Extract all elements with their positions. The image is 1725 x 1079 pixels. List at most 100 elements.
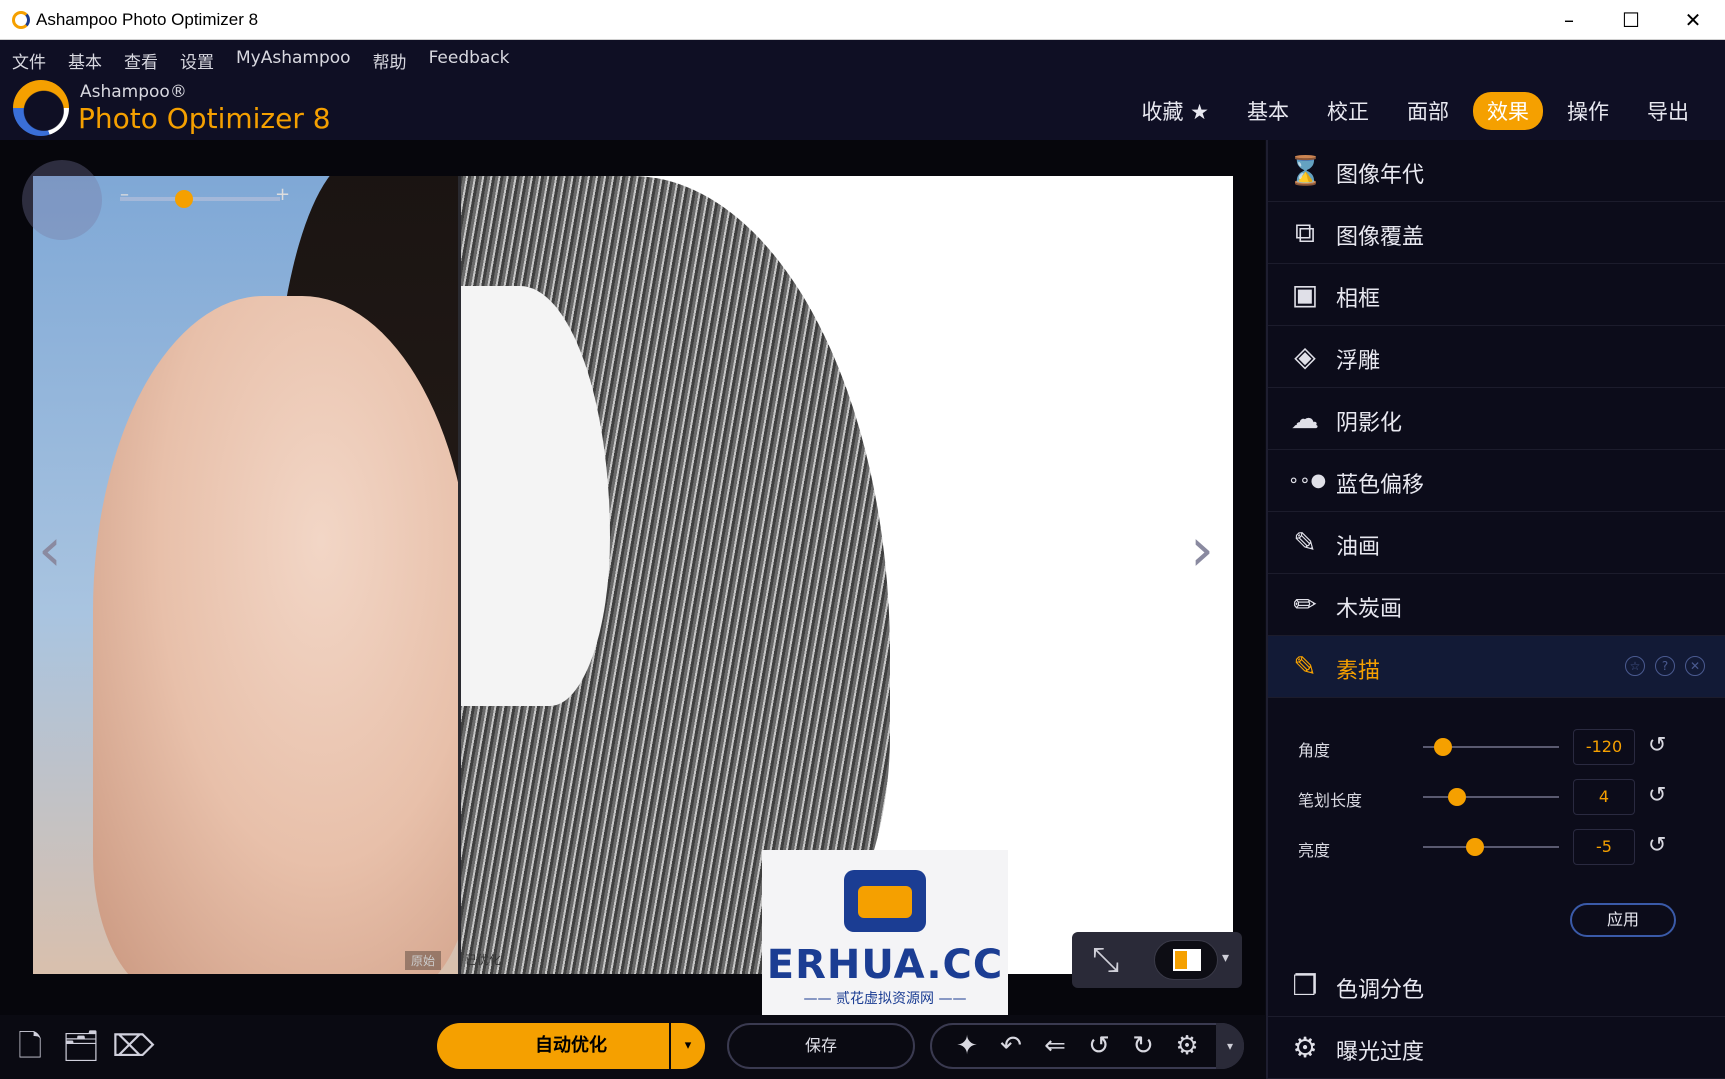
effect-item-posterize[interactable]: ❐ 色调分色: [1268, 955, 1725, 1017]
slider-label: 角度: [1298, 741, 1331, 760]
zoom-out-button[interactable]: –: [120, 184, 129, 205]
slider-knob[interactable]: [1448, 788, 1466, 806]
pencil-icon: ✎: [1293, 650, 1317, 683]
title-bar: Ashampoo Photo Optimizer 8 – ☐ ✕: [0, 0, 1725, 40]
effect-label: 图像覆盖: [1336, 225, 1425, 250]
slider-track[interactable]: [1423, 796, 1559, 798]
tab-basic[interactable]: 基本: [1233, 92, 1303, 130]
tools-dropdown-icon[interactable]: ▾: [1216, 1023, 1244, 1069]
tab-favorites[interactable]: 收藏 ★: [1127, 92, 1223, 130]
effect-item-overexposure[interactable]: ⚙ 曝光过度: [1268, 1017, 1725, 1079]
zoom-in-button[interactable]: +: [275, 184, 290, 205]
next-image-arrow[interactable]: ›: [1190, 515, 1214, 585]
window-title: Ashampoo Photo Optimizer 8: [36, 10, 259, 29]
menu-file[interactable]: 文件: [12, 48, 46, 73]
auto-optimize-label: 自动优化: [535, 1035, 607, 1056]
tab-face[interactable]: 面部: [1393, 92, 1463, 130]
brand-company: Ashampoo®: [80, 82, 187, 102]
slider-value-field[interactable]: -5: [1573, 829, 1635, 865]
view-mode-dropdown-icon[interactable]: ▾: [1222, 950, 1229, 966]
tab-effects[interactable]: 效果: [1473, 92, 1543, 130]
minimize-button[interactable]: –: [1538, 0, 1600, 40]
effect-label: 蓝色偏移: [1336, 473, 1425, 498]
charcoal-icon: ✏: [1293, 588, 1317, 621]
effect-label: 浮雕: [1336, 349, 1381, 374]
category-tabs: 收藏 ★ 基本 校正 面部 效果 操作 导出: [1127, 92, 1703, 130]
view-mode-control: ⤡ ▾: [1072, 932, 1242, 988]
help-icon[interactable]: ?: [1655, 656, 1675, 676]
original-label: 原始: [405, 951, 442, 970]
effect-item-image-age[interactable]: ⌛ 图像年代: [1268, 140, 1725, 202]
menu-myashampoo[interactable]: MyAshampoo: [236, 48, 351, 73]
reset-icon[interactable]: ↺: [1648, 833, 1666, 858]
optimized-label: 已优化: [465, 953, 502, 967]
zoom-slider[interactable]: [120, 197, 280, 201]
auto-optimize-dropdown-icon[interactable]: ▾: [669, 1023, 705, 1069]
add-file-icon[interactable]: 🗋: [12, 1027, 48, 1067]
effect-item-emboss[interactable]: ◈ 浮雕: [1268, 326, 1725, 388]
slider-knob[interactable]: [1465, 838, 1484, 856]
effect-item-shadow[interactable]: ☁ 阴影化: [1268, 388, 1725, 450]
blue-shift-icon: ∘∘●: [1288, 470, 1327, 491]
photo-comparison[interactable]: 原始 已优化: [33, 176, 1233, 974]
file-actions: 🗋 🗂 ⌦: [12, 1027, 154, 1067]
emboss-icon: ◈: [1294, 340, 1316, 373]
previous-image-arrow[interactable]: ‹: [38, 515, 62, 585]
image-canvas[interactable]: 原始 已优化 – + ‹ › ⤡ ▾: [0, 140, 1265, 1015]
zoom-slider-knob[interactable]: [175, 190, 193, 208]
compare-divider-handle[interactable]: [458, 176, 461, 974]
navigation-circle[interactable]: [22, 160, 102, 240]
reset-icon[interactable]: ↺: [1648, 783, 1666, 808]
maximize-button[interactable]: ☐: [1600, 0, 1662, 40]
rotate-right-icon[interactable]: ↻: [1124, 1031, 1162, 1061]
apply-button[interactable]: 应用: [1570, 903, 1676, 937]
favorite-star-icon[interactable]: ☆: [1625, 656, 1645, 676]
auto-optimize-button[interactable]: 自动优化 ▾: [437, 1023, 705, 1069]
original-image: [33, 176, 493, 974]
tab-operations[interactable]: 操作: [1553, 92, 1623, 130]
slider-label: 笔划长度: [1298, 791, 1363, 810]
slider-value-field[interactable]: 4: [1573, 779, 1635, 815]
effects-panel: ⌛ 图像年代 ⧉ 图像覆盖 ▣ 相框 ◈ 浮雕 ☁ 阴影化 ∘∘● 蓝色偏移 ✎…: [1266, 140, 1725, 1079]
reset-icon[interactable]: ↺: [1648, 733, 1666, 758]
hourglass-icon: ⌛: [1288, 154, 1323, 187]
tab-export[interactable]: 导出: [1633, 92, 1703, 130]
original-face: [93, 296, 473, 974]
slider-knob[interactable]: [1434, 738, 1453, 756]
effect-label: 素描: [1336, 659, 1381, 684]
watermark-subtext: —— 贰花虚拟资源网 ——: [803, 991, 967, 1007]
effect-item-image-overlay[interactable]: ⧉ 图像覆盖: [1268, 202, 1725, 264]
clean-icon[interactable]: ⌦: [112, 1027, 154, 1067]
menu-feedback[interactable]: Feedback: [429, 48, 510, 73]
menu-help[interactable]: 帮助: [373, 48, 407, 73]
effect-item-sketch[interactable]: ✎ 素描 ☆ ? ✕: [1268, 636, 1725, 698]
menu-settings[interactable]: 设置: [180, 48, 214, 73]
watermark-text: ERHUA.CC: [766, 942, 1004, 988]
rotate-left-icon[interactable]: ↺: [1080, 1031, 1118, 1061]
sketch-actions: ☆ ? ✕: [1625, 656, 1705, 676]
magic-wand-icon[interactable]: ✦: [948, 1031, 986, 1061]
effect-item-blue-shift[interactable]: ∘∘● 蓝色偏移: [1268, 450, 1725, 512]
slider-value-field[interactable]: -120: [1573, 729, 1635, 765]
effect-label: 曝光过度: [1336, 1040, 1425, 1065]
slider-track[interactable]: [1423, 846, 1559, 848]
menu-view[interactable]: 查看: [124, 48, 158, 73]
tab-correction[interactable]: 校正: [1313, 92, 1383, 130]
effect-item-oil-painting[interactable]: ✎ 油画: [1268, 512, 1725, 574]
close-button[interactable]: ✕: [1662, 0, 1724, 40]
split-view-toggle[interactable]: [1154, 940, 1218, 980]
save-button[interactable]: 保存: [727, 1023, 915, 1069]
effect-label: 阴影化: [1336, 411, 1403, 436]
bottom-toolbar: 🗋 🗂 ⌦ 自动优化 ▾ 保存 ✦ ↶ ⇐ ↺ ↻ ⚙ ▾: [0, 1015, 1265, 1079]
effect-item-frame[interactable]: ▣ 相框: [1268, 264, 1725, 326]
undo-all-icon[interactable]: ⇐: [1036, 1031, 1074, 1061]
settings-icon[interactable]: ⚙: [1168, 1031, 1206, 1061]
undo-icon[interactable]: ↶: [992, 1031, 1030, 1061]
fit-to-window-icon[interactable]: ⤡: [1092, 940, 1119, 980]
close-effect-icon[interactable]: ✕: [1685, 656, 1705, 676]
effect-item-charcoal[interactable]: ✏ 木炭画: [1268, 574, 1725, 636]
menu-basic[interactable]: 基本: [68, 48, 102, 73]
app-logo-icon: [12, 11, 30, 29]
add-folder-icon[interactable]: 🗂: [62, 1027, 100, 1067]
frame-icon: ▣: [1291, 278, 1319, 311]
